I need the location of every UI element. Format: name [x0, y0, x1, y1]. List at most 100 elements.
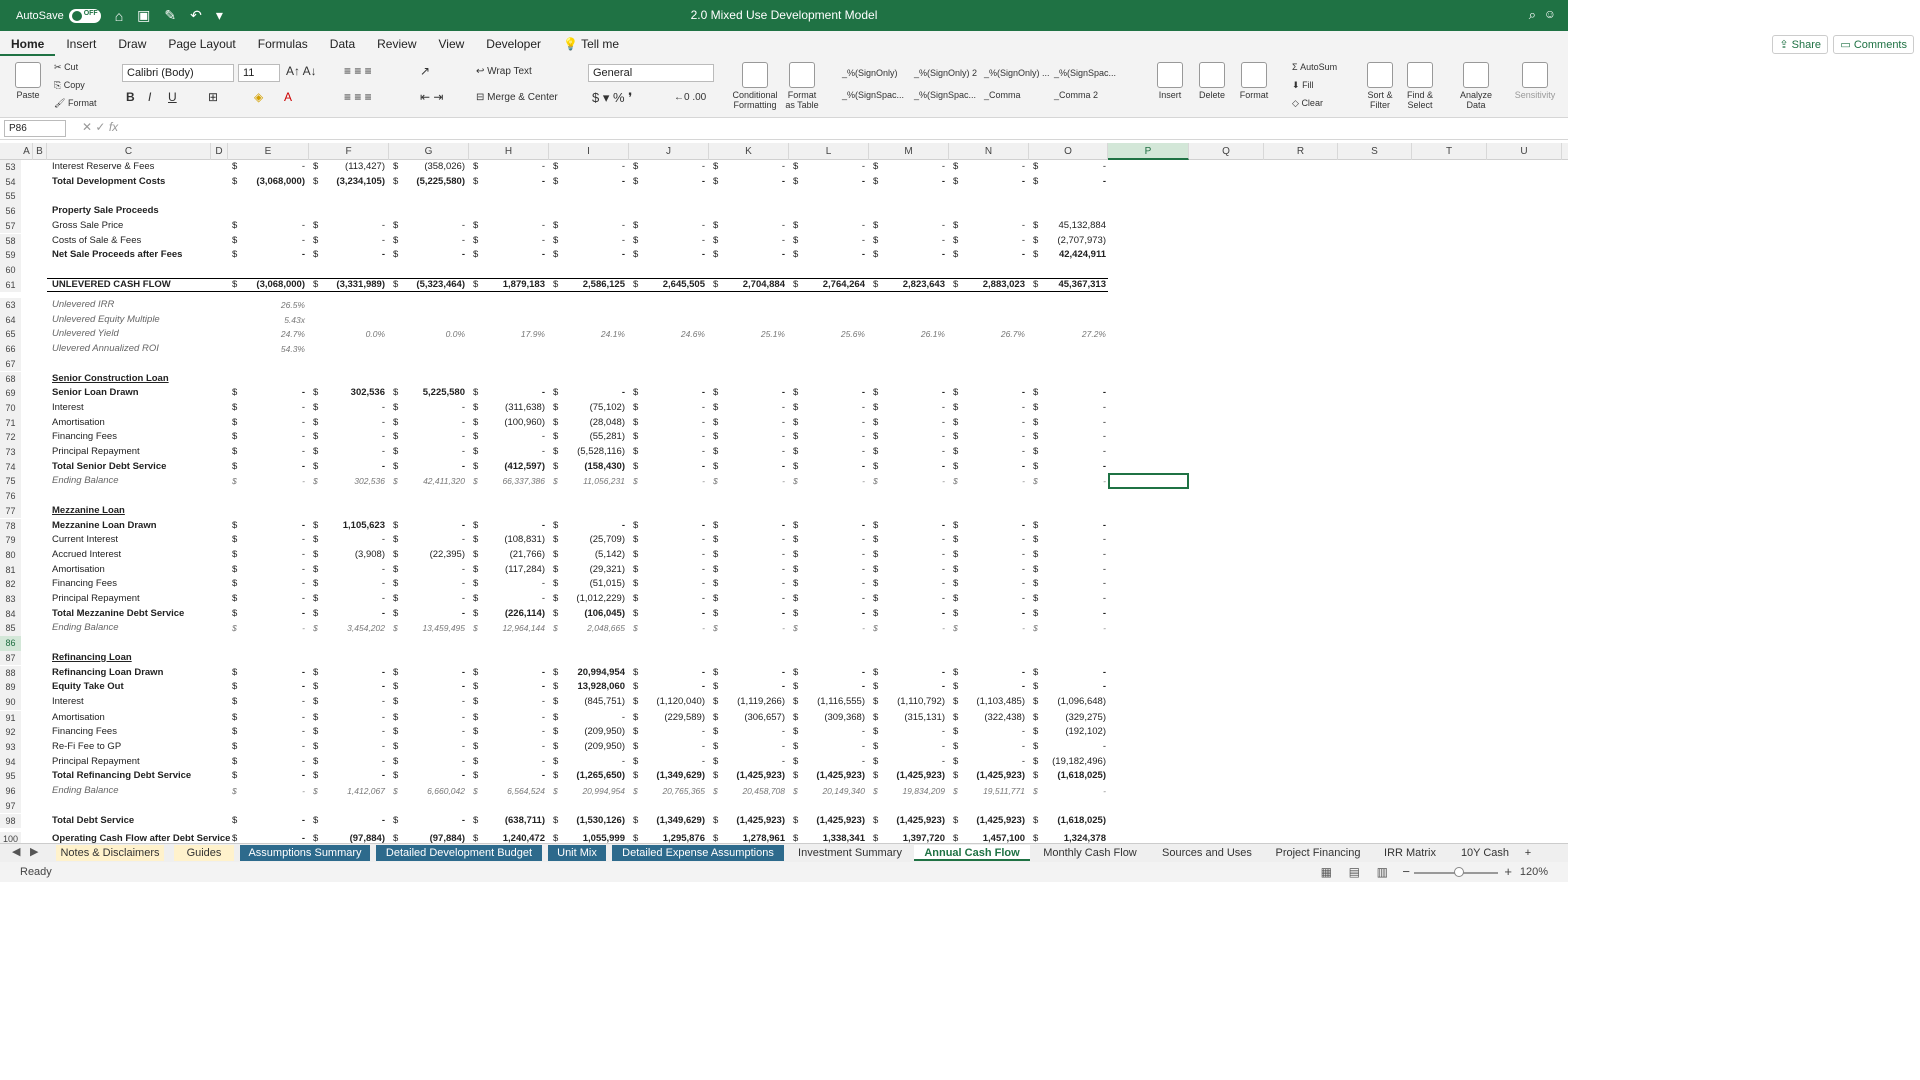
- cell-value[interactable]: -: [801, 666, 865, 681]
- cell-value[interactable]: -: [961, 386, 1025, 401]
- share-button[interactable]: ⇪ Share: [1772, 35, 1828, 54]
- cell-value[interactable]: -: [481, 577, 545, 592]
- cell-value[interactable]: (1,425,923): [721, 814, 785, 829]
- cell-value[interactable]: -: [881, 386, 945, 401]
- row-header[interactable]: 82: [0, 577, 21, 592]
- cell-value[interactable]: -: [401, 755, 465, 770]
- cell-value[interactable]: -: [401, 592, 465, 607]
- cell-value[interactable]: -: [881, 680, 945, 695]
- cell-value[interactable]: -: [481, 234, 545, 249]
- cell-value[interactable]: 19,511,771: [961, 784, 1025, 799]
- zoom-out-icon[interactable]: −: [1402, 864, 1410, 879]
- cell-value[interactable]: (1,110,792): [881, 695, 945, 710]
- cell-value[interactable]: -: [1041, 607, 1106, 622]
- cell-value[interactable]: -: [240, 666, 305, 681]
- row-label[interactable]: Financing Fees: [52, 577, 117, 592]
- cell-value[interactable]: -: [240, 416, 305, 431]
- column-header-j[interactable]: J: [629, 143, 709, 160]
- cell-value[interactable]: 1,278,961: [721, 832, 785, 843]
- cell-value[interactable]: -: [721, 592, 785, 607]
- cell-value[interactable]: -: [961, 175, 1025, 190]
- cell-value[interactable]: (106,045): [561, 607, 625, 622]
- row-label[interactable]: Ulevered Annualized ROI: [52, 342, 159, 357]
- cell-value[interactable]: 5,225,580: [401, 386, 465, 401]
- menu-home[interactable]: Home: [0, 32, 56, 56]
- cell-value[interactable]: -: [321, 592, 385, 607]
- grow-font-icon[interactable]: A↑ A↓: [286, 64, 317, 78]
- cell-value[interactable]: -: [641, 219, 705, 234]
- cell-value[interactable]: (638,711): [481, 814, 545, 829]
- cell-value[interactable]: -: [1041, 430, 1106, 445]
- cell-value[interactable]: -: [1041, 445, 1106, 460]
- cell-value[interactable]: -: [481, 592, 545, 607]
- cell-value[interactable]: -: [641, 234, 705, 249]
- cell-value[interactable]: -: [801, 474, 865, 489]
- cell-value[interactable]: -: [641, 474, 705, 489]
- cell-value[interactable]: -: [401, 577, 465, 592]
- cell-value[interactable]: -: [801, 234, 865, 249]
- font-family-select[interactable]: Calibri (Body): [122, 64, 234, 82]
- cell-value[interactable]: -: [801, 607, 865, 622]
- column-header-a[interactable]: A: [21, 143, 33, 160]
- column-header-k[interactable]: K: [709, 143, 789, 160]
- cell-value[interactable]: -: [721, 386, 785, 401]
- column-header-d[interactable]: D: [211, 143, 228, 160]
- cell-value[interactable]: -: [1041, 592, 1106, 607]
- cell-value[interactable]: -: [801, 175, 865, 190]
- style-cell-1[interactable]: _%(SignOnly): [842, 68, 898, 78]
- cell-value[interactable]: -: [801, 577, 865, 592]
- cell-value[interactable]: -: [961, 577, 1025, 592]
- cell-value[interactable]: -: [561, 160, 625, 175]
- row-header[interactable]: 77: [0, 503, 21, 519]
- cell-value[interactable]: -: [641, 416, 705, 431]
- cancel-icon[interactable]: ✕: [82, 120, 92, 134]
- cell-value[interactable]: 66,337,386: [481, 474, 545, 489]
- cell-value[interactable]: 45,132,884: [1041, 219, 1106, 234]
- cell-value[interactable]: -: [721, 577, 785, 592]
- cell-value[interactable]: -: [641, 401, 705, 416]
- cell-value[interactable]: -: [321, 725, 385, 740]
- yield-value[interactable]: 24.6%: [641, 327, 705, 342]
- row-header[interactable]: 97: [0, 798, 21, 814]
- cell-value[interactable]: -: [721, 563, 785, 578]
- cell-value[interactable]: -: [401, 248, 465, 263]
- row-header[interactable]: 89: [0, 680, 21, 695]
- cell-value[interactable]: -: [801, 592, 865, 607]
- cell-value[interactable]: (1,096,648): [1041, 695, 1106, 710]
- column-header-t[interactable]: T: [1412, 143, 1487, 160]
- cell-value[interactable]: (21,766): [481, 548, 545, 563]
- cell-value[interactable]: -: [881, 740, 945, 755]
- cell-value[interactable]: -: [801, 160, 865, 175]
- cell-value[interactable]: (322,438): [961, 711, 1025, 726]
- row-label[interactable]: Total Mezzanine Debt Service: [52, 607, 184, 622]
- yield-value[interactable]: 0.0%: [401, 327, 465, 342]
- align-left-icon[interactable]: ≡ ≡ ≡: [344, 90, 372, 104]
- column-header-h[interactable]: H: [469, 143, 549, 160]
- cell-value[interactable]: -: [801, 740, 865, 755]
- cell-value[interactable]: -: [561, 248, 625, 263]
- autosum-button[interactable]: Σ AutoSum: [1292, 62, 1337, 72]
- row-label[interactable]: Senior Construction Loan: [52, 372, 169, 387]
- row-header[interactable]: 90: [0, 694, 21, 710]
- cell-value[interactable]: -: [1041, 563, 1106, 578]
- cell-value[interactable]: -: [481, 248, 545, 263]
- cell-value[interactable]: -: [881, 519, 945, 534]
- cell-value[interactable]: (29,321): [561, 563, 625, 578]
- column-header-i[interactable]: I: [549, 143, 629, 160]
- style-cell-4[interactable]: _%(SignSpac...: [1054, 68, 1116, 78]
- yield-value[interactable]: 26.1%: [881, 327, 945, 342]
- cell-value[interactable]: 13,459,495: [401, 621, 465, 636]
- home-icon[interactable]: ⌂: [115, 8, 123, 24]
- cell-value[interactable]: 1,055,999: [561, 832, 625, 843]
- tab-scroll-right-icon[interactable]: ▶: [30, 845, 38, 858]
- row-label[interactable]: Total Refinancing Debt Service: [52, 769, 191, 784]
- orientation-icon[interactable]: ↗: [420, 64, 430, 78]
- comments-button[interactable]: ▭ Comments: [1833, 35, 1914, 54]
- confirm-icon[interactable]: ✓: [95, 120, 105, 134]
- cell-value[interactable]: -: [401, 666, 465, 681]
- sensitivity-button[interactable]: Sensitivity: [1510, 62, 1560, 100]
- cell-value[interactable]: -: [721, 666, 785, 681]
- cell-value[interactable]: -: [721, 175, 785, 190]
- cell-value[interactable]: -: [801, 219, 865, 234]
- cell-value[interactable]: 302,536: [321, 474, 385, 489]
